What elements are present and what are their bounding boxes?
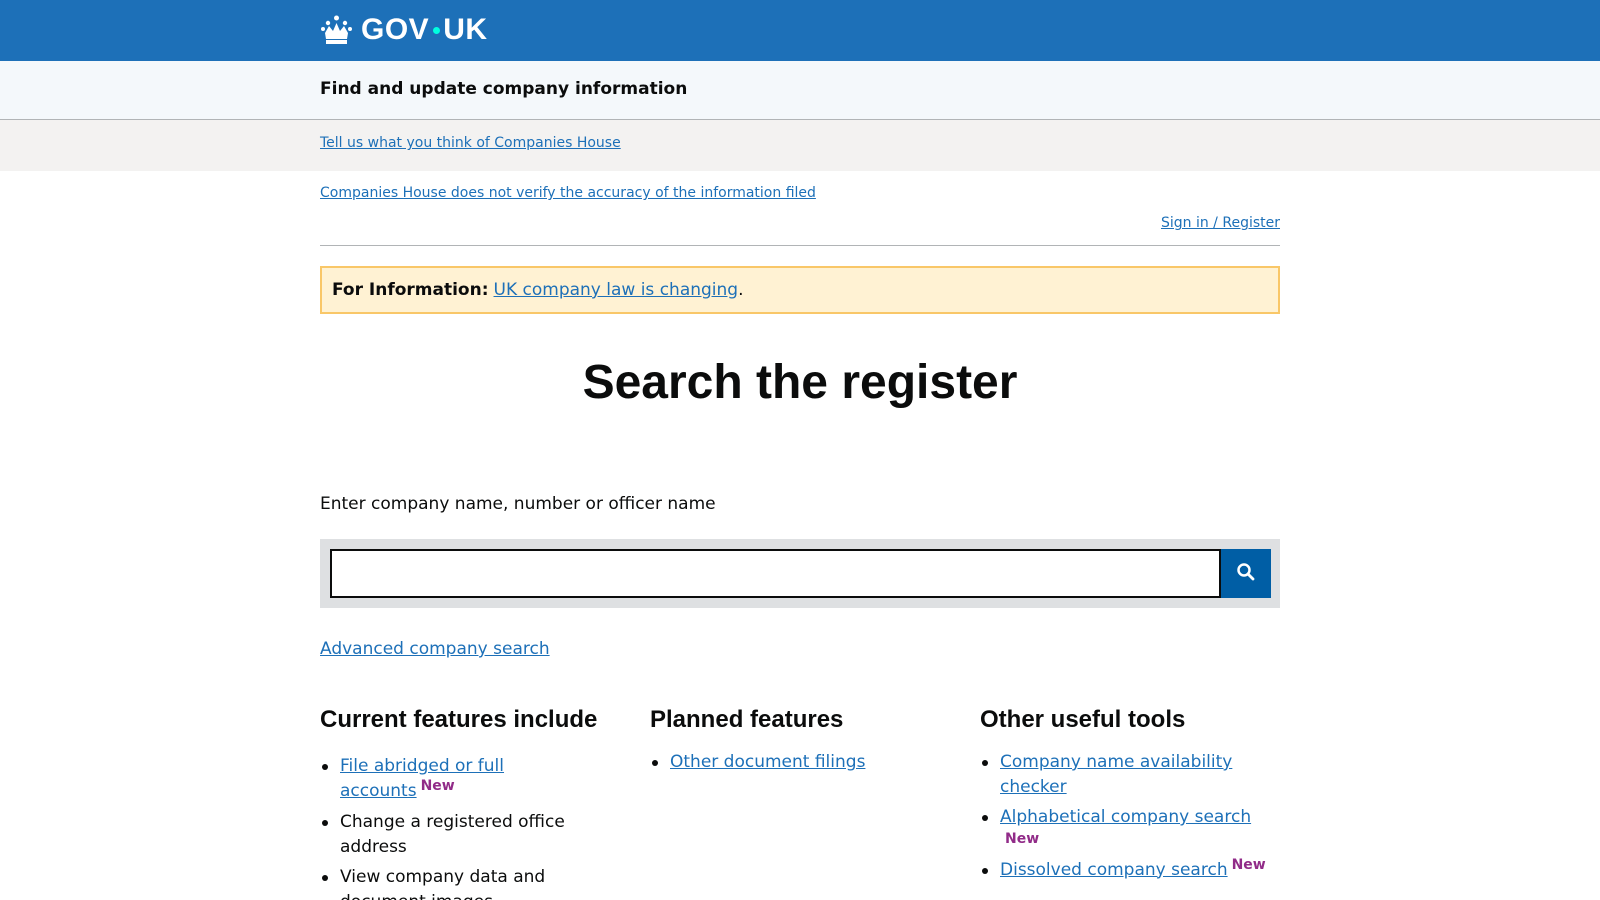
list-item-text: Change a registered office address [340, 812, 565, 857]
company-law-link[interactable]: UK company law is changing [494, 280, 739, 300]
name-availability-link[interactable]: Company name availability checker [1000, 752, 1232, 797]
new-badge: New [1005, 830, 1040, 847]
search-input[interactable] [330, 549, 1221, 598]
current-features-heading: Current features include [320, 706, 598, 733]
advanced-search-link[interactable]: Advanced company search [320, 639, 550, 659]
service-name-link[interactable]: Find and update company information [320, 79, 687, 99]
search-panel [320, 539, 1280, 608]
list-item: File abridged or full accounts New [320, 754, 620, 804]
alphabetical-search-link[interactable]: Alphabetical company search [1000, 807, 1251, 827]
search-label: Enter company name, number or officer na… [320, 494, 716, 514]
banner-suffix: . [738, 280, 744, 300]
list-item: Dissolved company search New [980, 856, 1280, 884]
list-item-text: View company data and document images [340, 867, 546, 900]
govuk-header: GOV UK [0, 0, 1600, 61]
new-badge: New [1231, 856, 1266, 873]
search-button[interactable] [1221, 549, 1271, 598]
banner-label: For Information: [332, 280, 489, 300]
divider [320, 245, 1280, 246]
sign-in-register-link[interactable]: Sign in / Register [1161, 215, 1280, 231]
current-features-list: File abridged or full accounts New Change… [320, 754, 620, 900]
list-item: Change a registered office address [320, 810, 620, 859]
list-item: Alphabetical company search New [980, 805, 1280, 848]
information-banner: For Information: UK company law is chang… [320, 266, 1280, 314]
logo-text-gov: GOV [361, 13, 430, 46]
planned-features-heading: Planned features [650, 706, 844, 733]
list-item: Company name availability checker [980, 750, 1280, 799]
govuk-logo-link[interactable]: GOV UK [320, 12, 488, 48]
list-item: Other document filings [650, 750, 950, 775]
other-filings-link[interactable]: Other document filings [670, 752, 865, 772]
page-title: Search the register [582, 356, 1018, 409]
logo-dot [433, 26, 441, 34]
useful-tools-heading: Other useful tools [980, 706, 1186, 733]
crown-icon [320, 14, 353, 46]
planned-features-column: Planned features Other document filings [650, 706, 950, 781]
feedback-link[interactable]: Tell us what you think of Companies Hous… [320, 135, 621, 151]
service-bar: Find and update company information [0, 61, 1600, 120]
search-icon [1236, 562, 1256, 585]
verify-accuracy-link[interactable]: Companies House does not verify the accu… [320, 185, 816, 201]
feedback-bar: Tell us what you think of Companies Hous… [0, 120, 1600, 171]
planned-features-list: Other document filings [650, 750, 950, 775]
logo-text-uk: UK [443, 13, 488, 46]
new-badge: New [420, 777, 455, 794]
useful-tools-column: Other useful tools Company name availabi… [980, 706, 1280, 889]
govuk-logo-text: GOV UK [361, 13, 488, 47]
list-item: View company data and document images [320, 865, 620, 900]
current-features-column: Current features include File abridged o… [320, 706, 620, 900]
useful-tools-list: Company name availability checker Alphab… [980, 750, 1280, 883]
dissolved-search-link[interactable]: Dissolved company search [1000, 860, 1228, 880]
